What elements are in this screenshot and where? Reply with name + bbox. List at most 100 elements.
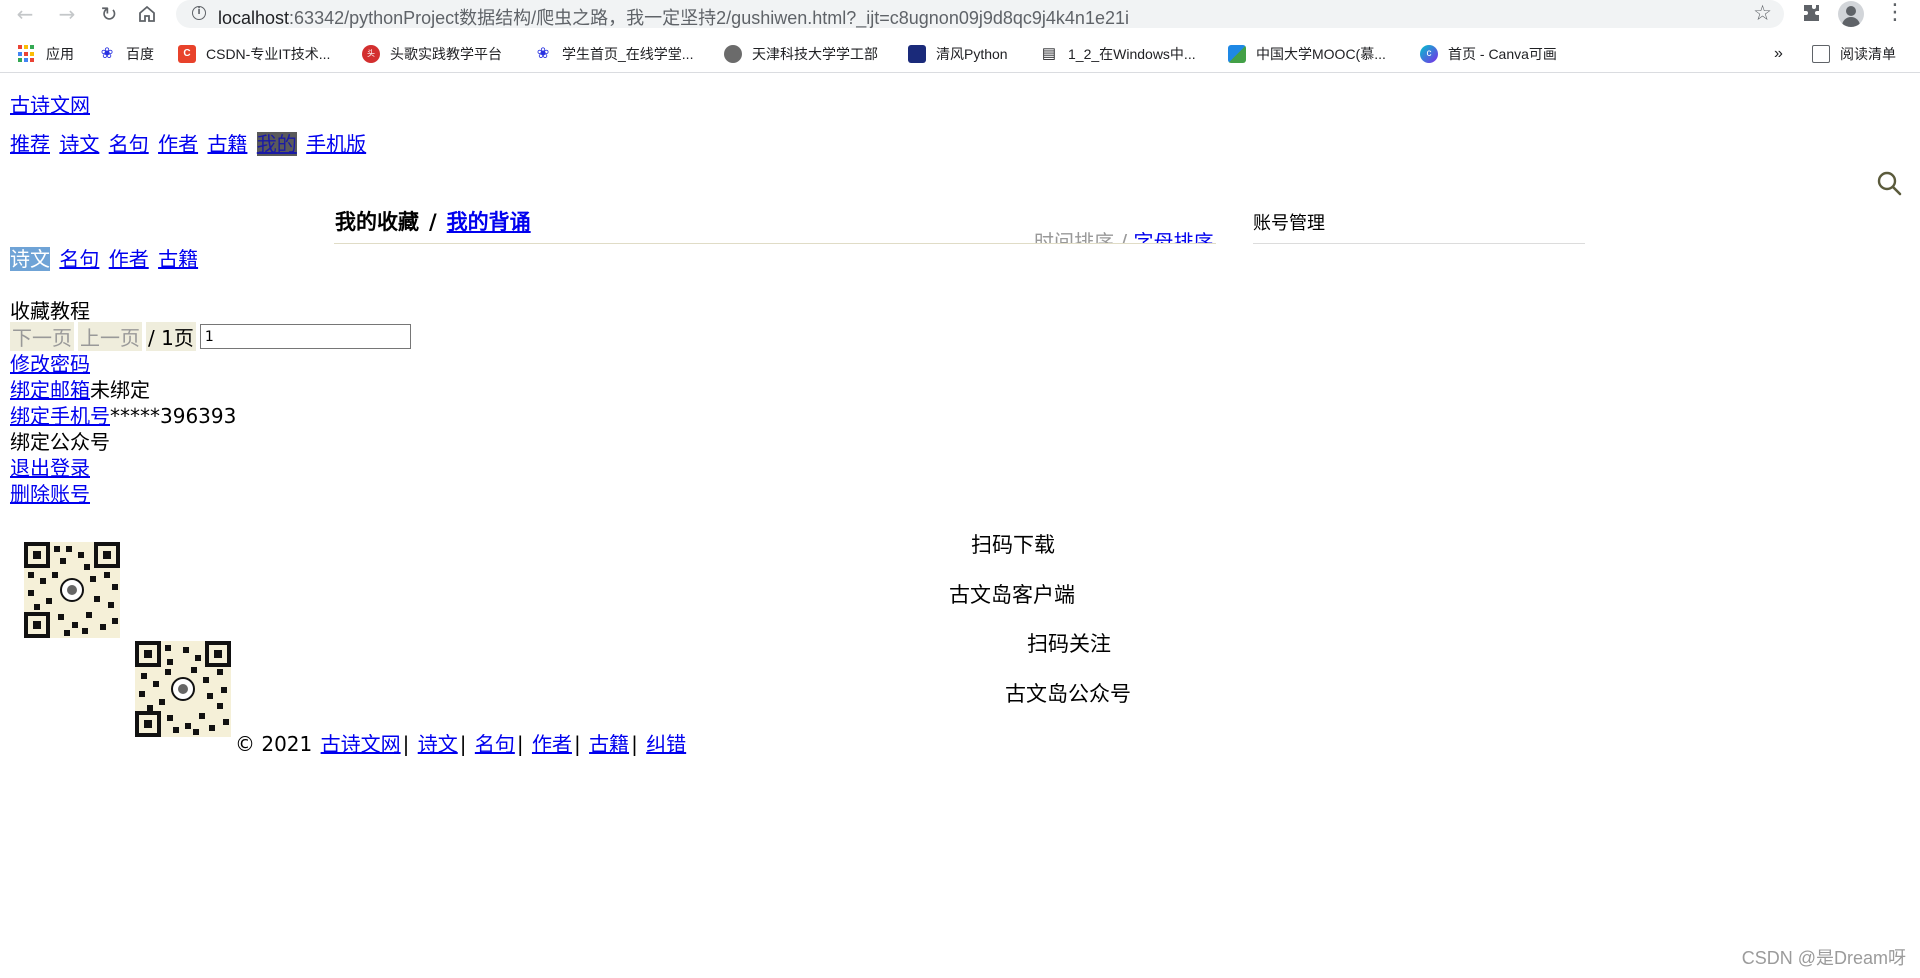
page-number-input[interactable] [199,324,411,349]
nav-mobile[interactable]: 手机版 [306,132,366,156]
footer-divider: | [402,732,410,756]
url-host: localhost [218,8,290,28]
bookmark-csdn[interactable]: C CSDN-专业IT技术... [178,42,330,66]
my-recite-link[interactable]: 我的背诵 [447,210,531,234]
email-status: 未绑定 [90,378,150,402]
tab-quotes[interactable]: 名句 [59,247,99,271]
search-icon[interactable] [1876,170,1902,196]
next-page-button[interactable]: 下一页 [10,322,74,351]
baidu-icon: ❀ [100,45,114,62]
bookmark-label: 清风Python [936,46,1008,62]
bookmark-label: 1_2_在Windows中... [1068,46,1196,62]
prev-page-button[interactable]: 上一页 [78,322,142,351]
nav-quotes[interactable]: 名句 [109,132,149,156]
profile-avatar-icon[interactable] [1838,1,1864,27]
tab-poems[interactable]: 诗文 [10,247,50,271]
book-icon: ▤ [1041,45,1057,62]
download-qr-code [24,542,120,638]
apps-icon [18,45,36,63]
reload-icon[interactable]: ↻ [96,0,122,28]
reading-list-icon [1812,45,1830,63]
header-divider [334,243,1216,244]
footer-divider: | [459,732,467,756]
site-info-icon[interactable]: i [192,6,206,20]
bookmark-star-icon[interactable]: ☆ [1753,1,1772,25]
logout-link[interactable]: 退出登录 [10,456,90,480]
follow-qr-code [135,641,231,737]
phone-value: *****396393 [110,404,237,428]
site-title-link[interactable]: 古诗文网 [10,89,90,118]
footer-link-home[interactable]: 古诗文网 [321,732,401,756]
sort-by-time: 时间排序 / [1034,230,1134,243]
nav-mine[interactable]: 我的 [256,132,297,156]
browser-toolbar: ← → ↻ i localhost:63342/pythonProject数据结… [0,0,1920,30]
footer-link-classics[interactable]: 古籍 [589,732,629,756]
home-icon[interactable] [134,0,160,28]
scan-follow-label: 扫码关注 [1027,632,1111,656]
footer-link-report-error[interactable]: 纠错 [646,732,686,756]
copyright-bar: © 2021 古诗文网 | 诗文 | 名句 | 作者 | 古籍 | 纠错 [235,728,688,757]
bookmarks-bar: 应用 ❀ 百度 C CSDN-专业IT技术... 头 头歌实践教学平台 ❀ 学生… [0,36,1920,73]
tutorial-image-alt: 收藏教程 [10,299,90,323]
qingfeng-icon [908,45,926,63]
nav-classics[interactable]: 古籍 [207,132,247,156]
bookmark-apps[interactable]: 应用 [18,42,74,66]
url-path: :63342/pythonProject数据结构/爬虫之路，我一定坚持2/gus… [289,8,1129,28]
reading-list-button[interactable]: 阅读清单 [1812,42,1896,66]
footer-link-authors[interactable]: 作者 [532,732,572,756]
nav-authors[interactable]: 作者 [158,132,198,156]
bind-wechat-label: 绑定公众号 [10,430,110,454]
bookmark-qingfeng[interactable]: 清风Python [908,42,1008,66]
official-account-label: 古文岛公众号 [1005,682,1131,706]
footer-link-quotes[interactable]: 名句 [475,732,515,756]
bookmark-mooc[interactable]: 中国大学MOOC(慕... [1228,42,1386,66]
extensions-puzzle-icon[interactable] [1800,2,1824,26]
client-name-label: 古文岛客户端 [949,583,1075,607]
bookmark-label: CSDN-专业IT技术... [206,46,331,62]
footer-divider: | [631,732,638,756]
url-text: localhost:63342/pythonProject数据结构/爬虫之路，我… [218,4,1129,30]
bookmark-windows[interactable]: ▤ 1_2_在Windows中... [1040,42,1196,66]
reading-list-label: 阅读清单 [1840,46,1896,62]
browser-menu-icon[interactable]: ⋮ [1884,0,1906,26]
bind-email-link[interactable]: 绑定邮箱 [10,378,90,402]
change-password-link[interactable]: 修改密码 [10,352,90,376]
bookmark-label: 学生首页_在线学堂... [562,46,694,62]
scan-download-label: 扫码下载 [971,533,1055,557]
csdn-watermark: CSDN @是Dream呀 [1741,948,1906,968]
forward-arrow-icon[interactable]: → [54,0,80,28]
sort-by-letter-link[interactable]: 字母排序 [1133,230,1213,243]
address-bar[interactable]: i localhost:63342/pythonProject数据结构/爬虫之路… [176,0,1784,28]
page-content: 古诗文网 推荐 诗文 名句 作者 古籍 我的 手机版 我的收藏 / 我的背诵 时间排… [0,73,1920,978]
bookmark-label: 百度 [126,46,154,62]
account-divider [1253,243,1585,244]
bookmark-baidu[interactable]: ❀ 百度 [98,42,154,66]
account-management-title: 账号管理 [1253,213,1325,234]
bookmark-label: 头歌实践教学平台 [390,46,502,62]
tutorial-image: 收藏教程 [10,295,90,324]
qr-code-icon [24,542,120,638]
page-total: / 1页 [146,322,196,351]
bind-phone-link[interactable]: 绑定手机号 [10,404,110,428]
bookmark-label: 应用 [46,46,74,62]
footer-divider: | [516,732,524,756]
favorites-header: 我的收藏 / 我的背诵 [335,206,531,236]
header-separator: / [429,210,437,234]
tab-authors[interactable]: 作者 [109,247,149,271]
bookmark-tust[interactable]: 天津科技大学学工部 [724,42,878,66]
back-arrow-icon[interactable]: ← [12,0,38,28]
mooc-icon [1228,45,1246,63]
bookmark-student-home[interactable]: ❀ 学生首页_在线学堂... [534,42,694,66]
sort-options: 时间排序 / 字母排序 [1034,223,1224,243]
bookmark-canva[interactable]: c 首页 - Canva可画 [1420,42,1557,66]
bookmark-touge[interactable]: 头 头歌实践教学平台 [362,42,502,66]
nav-poems[interactable]: 诗文 [59,132,99,156]
footer-link-poems[interactable]: 诗文 [418,732,458,756]
nav-recommend[interactable]: 推荐 [10,132,50,156]
delete-account-link[interactable]: 删除账号 [10,482,90,506]
tab-classics[interactable]: 古籍 [158,247,198,271]
favorites-subtabs: 诗文 名句 作者 古籍 [10,243,201,272]
canva-icon: c [1420,45,1438,63]
bookmark-label: 中国大学MOOC(慕... [1256,46,1386,62]
more-bookmarks-button[interactable]: » [1774,42,1783,66]
